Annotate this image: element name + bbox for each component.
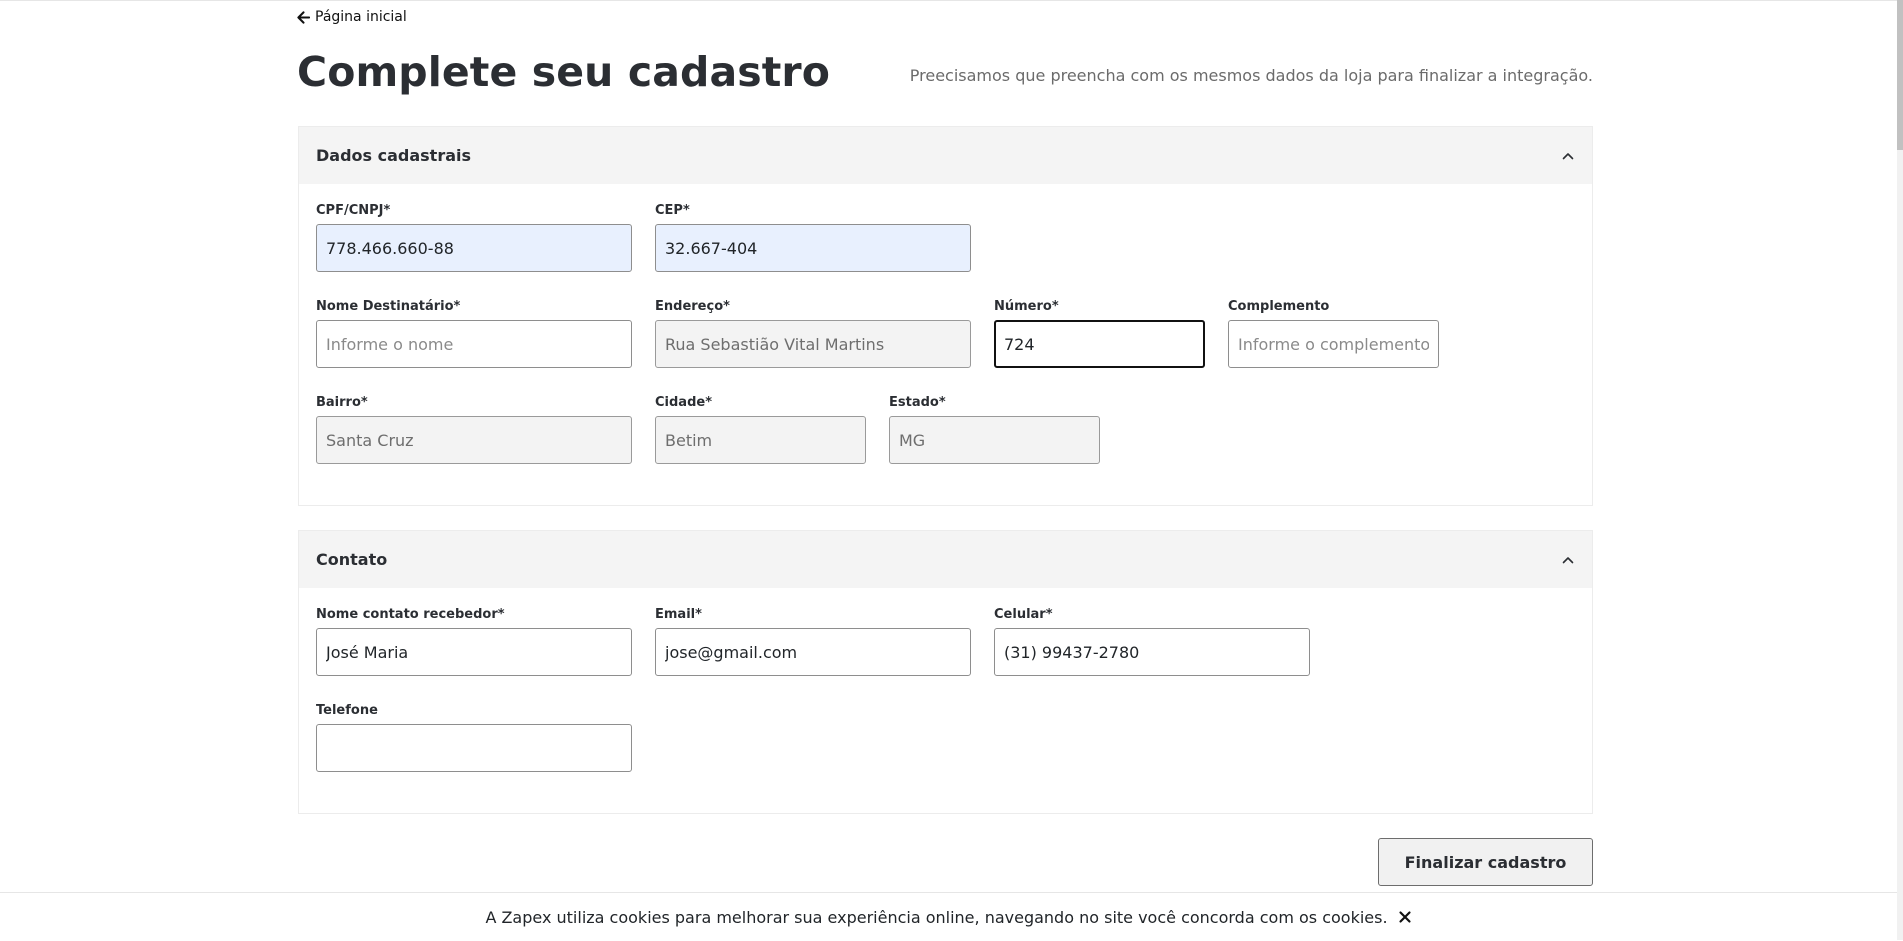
cpf-cnpj-input[interactable] <box>316 224 632 272</box>
email-label: Email* <box>655 607 702 622</box>
city-label: Cidade* <box>655 395 712 410</box>
contact-name-label: Nome contato recebedor* <box>316 607 505 622</box>
complement-label: Complemento <box>1228 299 1330 314</box>
recipient-name-label: Nome Destinatário* <box>316 299 461 314</box>
contact-title: Contato <box>316 550 388 569</box>
contact-header[interactable]: Contato <box>299 531 1592 588</box>
city-input <box>655 416 866 464</box>
neighborhood-label: Bairro* <box>316 395 368 410</box>
page-title: Complete seu cadastro <box>297 48 831 96</box>
chevron-up-icon[interactable] <box>1561 149 1575 163</box>
cep-label: CEP* <box>655 203 690 218</box>
phone-field: Telefone <box>316 703 632 772</box>
recipient-name-input[interactable] <box>316 320 632 368</box>
contact-name-input[interactable] <box>316 628 632 676</box>
number-label: Número* <box>994 299 1059 314</box>
back-link-label: Página inicial <box>315 9 407 25</box>
scrollbar-thumb[interactable] <box>1897 0 1903 150</box>
cpf-cnpj-label: CPF/CNPJ* <box>316 203 391 218</box>
phone-label: Telefone <box>316 703 378 718</box>
page-scrollbar[interactable] <box>1897 0 1903 940</box>
cep-field: CEP* <box>655 203 971 272</box>
cookie-banner: A Zapex utiliza cookies para melhorar su… <box>0 892 1897 941</box>
registration-data-title: Dados cadastrais <box>316 146 472 165</box>
top-border <box>0 0 1903 1</box>
city-field: Cidade* <box>655 395 866 464</box>
address-input <box>655 320 971 368</box>
neighborhood-field: Bairro* <box>316 395 632 464</box>
state-label: Estado* <box>889 395 946 410</box>
cep-input[interactable] <box>655 224 971 272</box>
state-input <box>889 416 1100 464</box>
cookie-message: A Zapex utiliza cookies para melhorar su… <box>485 907 1388 927</box>
address-field: Endereço* <box>655 299 971 368</box>
registration-data-header[interactable]: Dados cadastrais <box>299 127 1592 184</box>
contact-name-field: Nome contato recebedor* <box>316 607 632 676</box>
phone-input[interactable] <box>316 724 632 772</box>
back-to-home-link[interactable]: Página inicial <box>297 9 407 25</box>
mobile-label: Celular* <box>994 607 1053 622</box>
chevron-up-icon[interactable] <box>1561 553 1575 567</box>
registration-data-panel: Dados cadastrais CPF/CNPJ* CEP* Nome Des… <box>298 126 1593 506</box>
recipient-name-field: Nome Destinatário* <box>316 299 632 368</box>
contact-panel: Contato Nome contato recebedor* Email* C… <box>298 530 1593 814</box>
cpf-cnpj-field: CPF/CNPJ* <box>316 203 632 272</box>
number-field: Número* <box>994 299 1205 368</box>
mobile-field: Celular* <box>994 607 1310 676</box>
complement-field: Complemento <box>1228 299 1439 368</box>
mobile-input[interactable] <box>994 628 1310 676</box>
complement-input[interactable] <box>1228 320 1439 368</box>
finish-registration-button[interactable]: Finalizar cadastro <box>1378 838 1593 886</box>
page-subtitle: Preecisamos que preencha com os mesmos d… <box>909 66 1593 85</box>
email-input[interactable] <box>655 628 971 676</box>
state-field: Estado* <box>889 395 1100 464</box>
neighborhood-input <box>316 416 632 464</box>
number-input[interactable] <box>994 320 1205 368</box>
address-label: Endereço* <box>655 299 730 314</box>
arrow-left-icon <box>297 10 310 24</box>
close-icon[interactable] <box>1398 910 1412 924</box>
email-field: Email* <box>655 607 971 676</box>
